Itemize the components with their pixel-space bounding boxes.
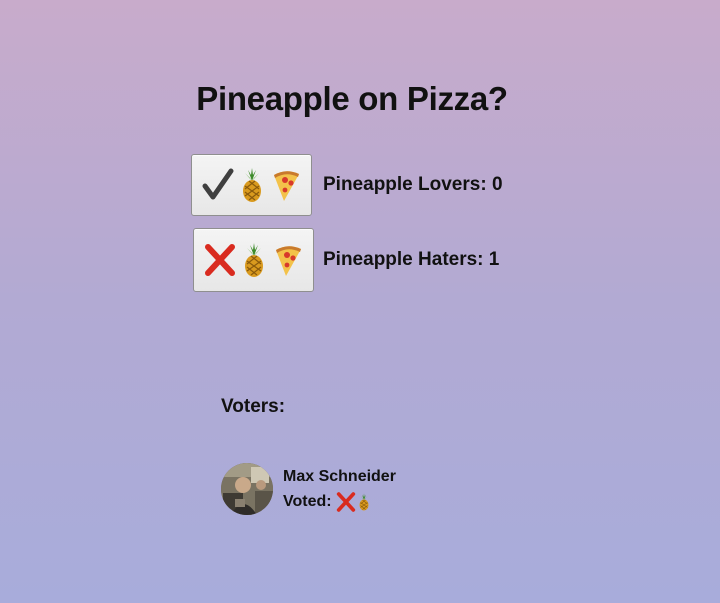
voter-list-item: Max Schneider Voted: (221, 463, 396, 515)
page-title: Pineapple on Pizza? (196, 80, 508, 117)
voter-vote: Voted: (283, 489, 396, 514)
pineapple-icon (244, 243, 263, 277)
cross-mark-icon (336, 491, 355, 512)
vote-row-haters: Pineapple Haters: 1 (193, 228, 499, 292)
cross-mark-icon (204, 244, 235, 276)
haters-count: 1 (488, 249, 500, 270)
lovers-count: 0 (491, 174, 503, 195)
haters-count-label: Pineapple Haters: 1 (323, 249, 500, 270)
haters-label: Pineapple Haters (323, 249, 478, 270)
check-mark-icon (202, 168, 233, 200)
pineapple-icon (359, 493, 369, 510)
voted-label: Voted: (283, 493, 332, 510)
vote-haters-button[interactable] (193, 228, 314, 292)
vote-lovers-button[interactable] (191, 154, 312, 216)
voters-heading: Voters: (221, 396, 286, 417)
pineapple-icon (242, 168, 261, 202)
voter-name: Max Schneider (283, 468, 396, 485)
lovers-count-label: Pineapple Lovers: 0 (323, 174, 503, 195)
pizza-slice-icon (275, 246, 301, 276)
vote-row-lovers: Pineapple Lovers: 0 (191, 154, 503, 216)
lovers-label: Pineapple Lovers (323, 174, 481, 195)
avatar (221, 463, 273, 515)
pizza-slice-icon (273, 171, 299, 201)
